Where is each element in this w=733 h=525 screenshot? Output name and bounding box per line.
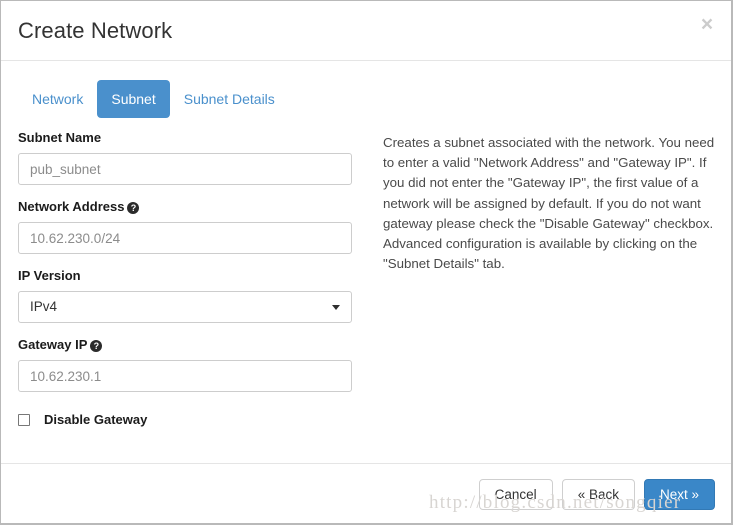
subnet-form: Subnet Name Network Address? IP Version … <box>18 129 352 427</box>
dialog-footer: Cancel « Back Next » <box>1 463 731 523</box>
tab-list: Network Subnet Subnet Details <box>18 80 289 118</box>
network-address-label-text: Network Address <box>18 199 125 214</box>
field-subnet-name: Subnet Name <box>18 129 352 185</box>
field-gateway-ip: Gateway IP? <box>18 336 352 392</box>
gateway-ip-label: Gateway IP? <box>18 336 352 353</box>
footer-button-group: Cancel « Back Next » <box>478 479 715 510</box>
subnet-name-input[interactable] <box>18 153 352 185</box>
subnet-name-label: Subnet Name <box>18 130 102 145</box>
disable-gateway-checkbox[interactable] <box>18 413 30 426</box>
tab-network[interactable]: Network <box>18 80 97 118</box>
cancel-button[interactable]: Cancel <box>478 479 553 510</box>
close-icon[interactable]: × <box>695 13 719 37</box>
field-network-address: Network Address? <box>18 198 352 254</box>
disable-gateway-label[interactable]: Disable Gateway <box>44 412 147 427</box>
create-network-dialog: Create Network × Network Subnet Subnet D… <box>0 0 733 525</box>
tab-subnet-details[interactable]: Subnet Details <box>170 80 289 118</box>
disable-gateway-row: Disable Gateway <box>18 412 352 427</box>
page-title: Create Network <box>18 18 173 43</box>
field-ip-version: IP Version IPv4 <box>18 267 352 323</box>
question-mark-icon[interactable]: ? <box>90 340 103 352</box>
ip-version-selected-value[interactable]: IPv4 <box>18 291 352 323</box>
ip-version-select[interactable]: IPv4 <box>18 291 352 323</box>
network-address-label: Network Address? <box>18 198 352 215</box>
ip-version-label: IP Version <box>18 268 81 283</box>
gateway-ip-input[interactable] <box>18 360 352 392</box>
tab-subnet[interactable]: Subnet <box>97 80 170 118</box>
dialog-header: Create Network × <box>1 1 731 61</box>
network-address-input[interactable] <box>18 222 352 254</box>
gateway-ip-label-text: Gateway IP <box>18 337 88 352</box>
question-mark-icon[interactable]: ? <box>127 202 140 214</box>
next-button[interactable]: Next » <box>643 479 715 510</box>
help-text: Creates a subnet associated with the net… <box>383 135 715 272</box>
back-button[interactable]: « Back <box>561 479 635 510</box>
